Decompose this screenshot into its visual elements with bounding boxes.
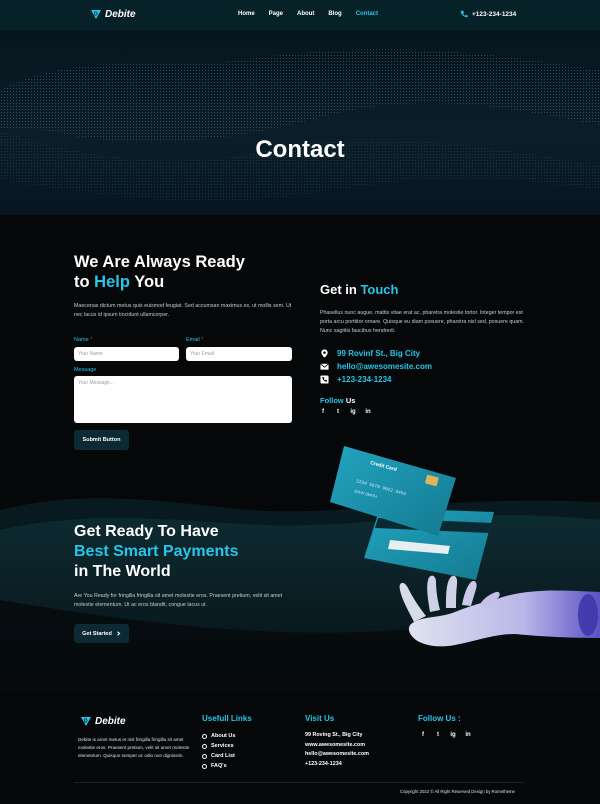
nav-home[interactable]: Home xyxy=(238,11,255,17)
form-description: Maecenas dictum metus quis euismod feugi… xyxy=(74,303,292,318)
footer-website[interactable]: www.awesomesite.com xyxy=(305,741,369,751)
email-text: hello@awesomesite.com xyxy=(337,362,432,371)
get-started-button[interactable]: Get Started xyxy=(74,624,129,643)
location-pin-icon xyxy=(321,349,328,358)
logo-icon: D xyxy=(91,10,101,19)
footer-divider xyxy=(74,782,524,783)
name-input[interactable]: Your Name xyxy=(74,347,179,361)
email-label: Email * xyxy=(186,337,203,343)
nav-page[interactable]: Page xyxy=(269,11,283,17)
twitter-icon[interactable]: t xyxy=(435,732,441,738)
linkedin-icon[interactable]: in xyxy=(365,409,371,415)
address-text: 99 Rovinf St., Big City xyxy=(337,349,421,358)
heading-suffix: You xyxy=(129,273,165,291)
get-started-label: Get Started xyxy=(82,630,112,637)
footer-link-services[interactable]: Services xyxy=(202,741,235,751)
footer-logo[interactable]: D Debite xyxy=(80,715,126,727)
cta-line2: Best Smart Payments xyxy=(74,543,239,560)
email-label-text: Email xyxy=(186,337,200,343)
contact-address: 99 Rovinf St., Big City xyxy=(320,349,420,358)
footer-about: Debite is amet metus et nisl fringilla f… xyxy=(78,737,190,758)
footer-address: 99 Roving St., Big City xyxy=(305,732,363,738)
twitter-icon[interactable]: t xyxy=(335,409,341,415)
envelope-icon xyxy=(320,363,329,370)
payment-illustration: Credit Card 1234 5678 9012 3456 JOHN SMI… xyxy=(330,446,600,647)
chevron-right-icon xyxy=(117,631,121,636)
top-navbar: D Debite Home Page About Blog Contact +1… xyxy=(0,0,600,30)
bullet-icon xyxy=(202,763,207,769)
svg-text:D: D xyxy=(84,719,88,725)
facebook-icon[interactable]: f xyxy=(420,732,426,738)
robot-hand-graphic xyxy=(399,575,600,647)
required-mark: * xyxy=(201,337,204,343)
footer-social-links: f t ig in xyxy=(420,732,471,738)
social-links: f t ig in xyxy=(320,409,371,415)
footer-email[interactable]: hello@awesomesite.com xyxy=(305,750,369,760)
useful-links-list: About Us Services Card List FAQ's xyxy=(202,731,235,771)
brand-logo[interactable]: D Debite xyxy=(90,8,136,20)
phone-icon xyxy=(460,10,468,18)
name-label: Name * xyxy=(74,337,92,343)
footer-link-label: FAQ's xyxy=(211,763,227,769)
copyright-text: Copyright 2022 © All Right Reserved Desi… xyxy=(400,789,515,794)
instagram-icon[interactable]: ig xyxy=(450,732,456,738)
get-in-touch-description: Phasellus nunc augue, mattis vitae erat … xyxy=(320,310,525,334)
heading-accent: Help xyxy=(94,273,130,291)
footer-link-card-list[interactable]: Card List xyxy=(202,751,235,761)
footer-link-label: Card List xyxy=(211,753,235,759)
hero-banner: Contact xyxy=(0,30,600,215)
linkedin-icon[interactable]: in xyxy=(465,732,471,738)
phone-square-icon xyxy=(320,375,329,384)
heading-prefix: to xyxy=(74,273,95,291)
form-heading-line1: We Are Always Ready xyxy=(74,253,245,271)
brand-name: Debite xyxy=(105,8,136,20)
bullet-icon xyxy=(202,733,207,739)
cta-line1: Get Ready To Have xyxy=(74,523,219,540)
footer-link-label: Services xyxy=(211,743,234,749)
bullet-icon xyxy=(202,743,207,749)
svg-text:D: D xyxy=(94,12,98,18)
nav-about[interactable]: About xyxy=(297,11,314,17)
name-label-text: Name xyxy=(74,337,89,343)
email-input[interactable]: Your Email xyxy=(186,347,292,361)
footer-link-about[interactable]: About Us xyxy=(202,731,235,741)
footer-follow-title: Follow Us : xyxy=(418,714,461,723)
main-nav: Home Page About Blog Contact xyxy=(238,11,392,17)
required-mark: * xyxy=(90,337,93,343)
message-label: Message xyxy=(74,367,97,373)
contact-email[interactable]: hello@awesomesite.com xyxy=(320,362,432,371)
logo-icon: D xyxy=(81,717,91,726)
form-heading: We Are Always Ready to Help You xyxy=(74,252,245,292)
footer-link-faqs[interactable]: FAQ's xyxy=(202,761,235,771)
footer-phone[interactable]: +123-234-1234 xyxy=(305,760,369,770)
visit-us-title: Visit Us xyxy=(305,714,335,723)
bullet-icon xyxy=(202,753,207,759)
page-title: Contact xyxy=(255,136,345,163)
phone-text: +123-234-1234 xyxy=(337,375,392,384)
header-phone-number: +123-234-1234 xyxy=(472,10,517,18)
cta-description: Are You Ready for fringilla fringilla si… xyxy=(74,593,283,608)
get-in-touch-heading: Get in Touch xyxy=(320,282,398,297)
follow-prefix: Follow xyxy=(320,396,346,405)
submit-button[interactable]: Submit Button xyxy=(74,430,129,450)
touch-heading-accent: Touch xyxy=(360,282,399,297)
form-heading-line2: to Help You xyxy=(74,272,245,292)
footer-brand-name: Debite xyxy=(95,715,126,727)
visit-us-list: 99 Roving St., Big City www.awesomesite.… xyxy=(305,731,369,769)
cta-line3: in The World xyxy=(74,563,171,580)
contact-phone[interactable]: +123-234-1234 xyxy=(320,375,392,384)
follow-us-heading: Follow Us xyxy=(320,396,355,405)
facebook-icon[interactable]: f xyxy=(320,409,326,415)
touch-heading-prefix: Get in xyxy=(320,282,361,297)
header-phone[interactable]: +123-234-1234 xyxy=(460,10,516,18)
nav-contact[interactable]: Contact xyxy=(356,11,378,17)
nav-blog[interactable]: Blog xyxy=(328,11,341,17)
footer-link-label: About Us xyxy=(211,733,236,739)
follow-suffix: Us xyxy=(345,396,356,405)
particle-wave-graphic xyxy=(0,49,600,202)
instagram-icon[interactable]: ig xyxy=(350,409,356,415)
message-textarea[interactable]: Your Message... xyxy=(74,376,292,423)
cta-heading: Get Ready To Have Best Smart Payments in… xyxy=(74,522,239,582)
useful-links-title: Usefull Links xyxy=(202,714,252,723)
